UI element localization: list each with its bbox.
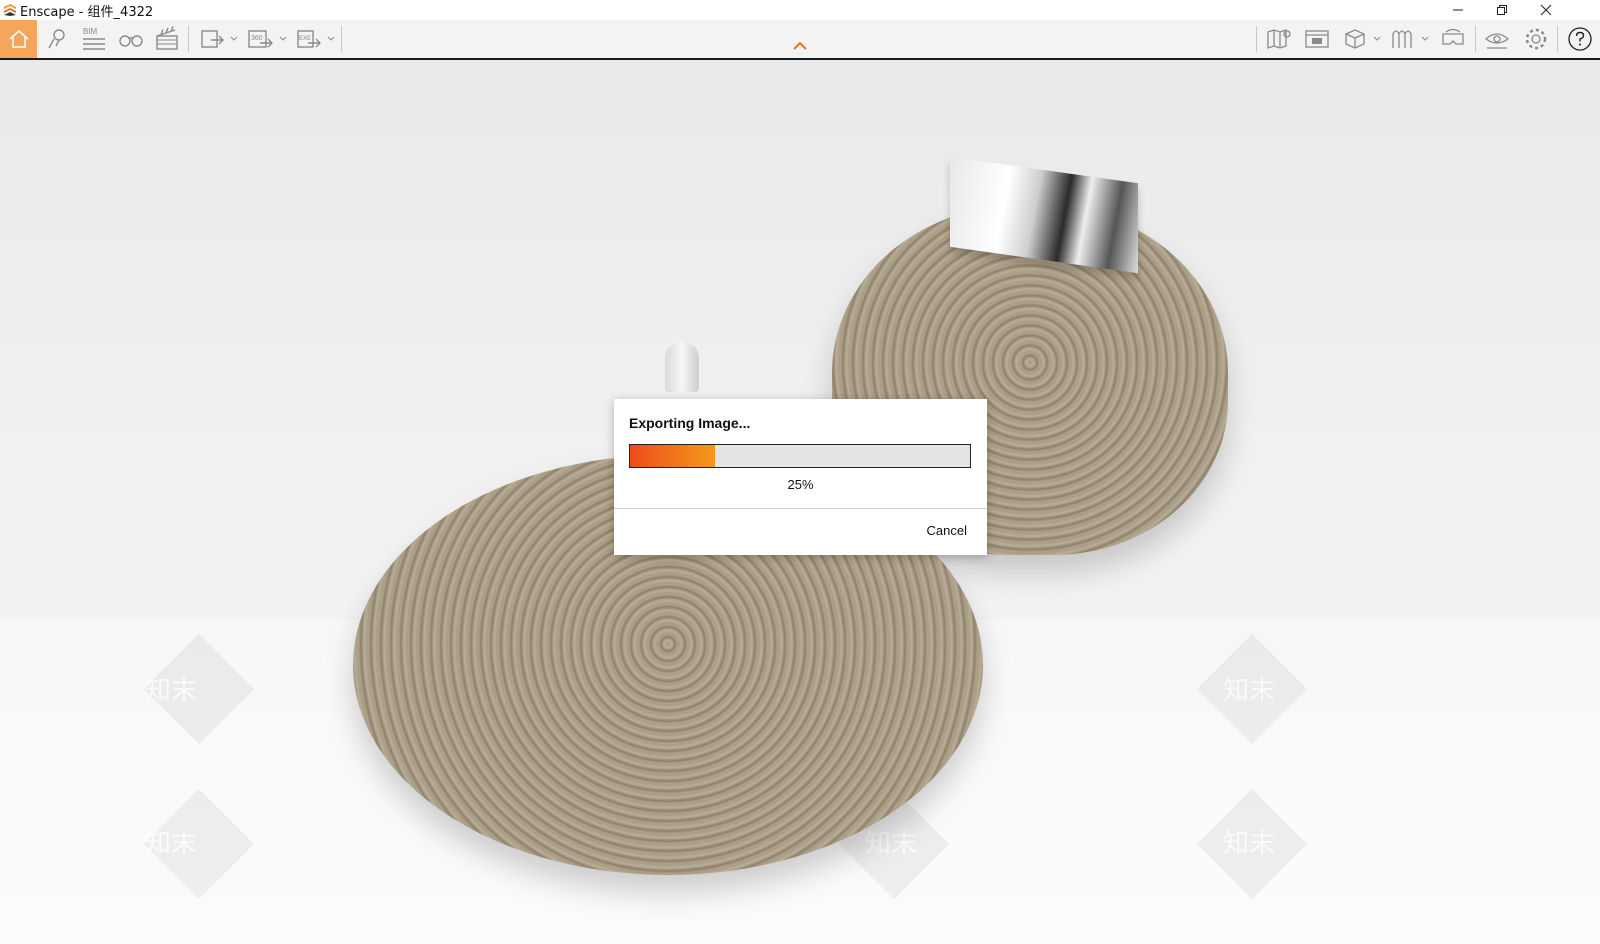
window-title: Enscape - 组件_4322 — [20, 4, 154, 20]
map-icon — [1267, 29, 1291, 49]
exe-label: EXE — [299, 36, 311, 42]
collapse-toolbar-button[interactable] — [788, 38, 812, 54]
watermark-text: 知末 — [145, 829, 198, 859]
bim-icon: BIM — [83, 27, 105, 50]
export-360-icon: 360 — [248, 30, 273, 48]
chevron-down-icon[interactable] — [327, 35, 335, 43]
bim-button[interactable]: BIM — [79, 20, 109, 58]
glass-bottle — [665, 342, 699, 392]
video-editor-button[interactable] — [152, 20, 182, 58]
panorama-button[interactable]: 360 — [245, 20, 275, 58]
chevron-down-icon[interactable] — [1421, 35, 1429, 43]
export-progress-dialog: Exporting Image... 25% Cancel — [614, 399, 987, 555]
binoculars-icon — [119, 35, 143, 47]
watermark-text: 知末 — [865, 829, 918, 859]
cube-view-icon — [1345, 29, 1365, 49]
close-button[interactable] — [1524, 0, 1568, 20]
standalone-export-button[interactable]: EXE — [294, 20, 324, 58]
collapse-chevron-icon — [793, 41, 807, 50]
location-pin-icon — [48, 29, 65, 49]
material-editor-button[interactable] — [1388, 20, 1418, 58]
title-bar: Enscape - 组件_4322 — [0, 0, 1600, 20]
vr-headset-button[interactable] — [1438, 20, 1468, 58]
asset-library-icon — [1305, 30, 1329, 48]
progress-fill — [630, 445, 715, 467]
watermark-text: 知末 — [1223, 676, 1276, 706]
chevron-down-icon[interactable] — [1373, 35, 1381, 43]
map-button[interactable] — [1264, 20, 1294, 58]
help-button[interactable] — [1565, 20, 1595, 58]
asset-library-button[interactable] — [1302, 20, 1332, 58]
restore-button[interactable] — [1480, 0, 1524, 20]
clapperboard-icon — [156, 26, 178, 50]
dialog-divider — [614, 508, 987, 509]
home-icon — [8, 29, 29, 48]
close-icon — [1540, 4, 1552, 16]
material-icon — [1392, 30, 1412, 48]
vr-headset-icon — [1442, 28, 1464, 45]
export-exe-icon: EXE — [297, 30, 321, 48]
visual-settings-button[interactable] — [1482, 20, 1512, 58]
export-image-icon — [201, 30, 224, 48]
chevron-down-icon[interactable] — [230, 35, 238, 43]
chevron-down-icon[interactable] — [279, 35, 287, 43]
settings-button[interactable] — [1521, 20, 1551, 58]
screenshot-button[interactable] — [197, 20, 227, 58]
progress-percent: 25% — [787, 477, 814, 492]
home-button[interactable] — [0, 20, 37, 58]
settings-icon — [1525, 28, 1547, 50]
pano-label: 360 — [251, 35, 263, 42]
restore-icon — [1497, 5, 1507, 15]
view-mode-button[interactable] — [1340, 20, 1370, 58]
help-icon — [1568, 27, 1592, 51]
orthographic-button[interactable] — [116, 20, 146, 58]
visibility-icon — [1484, 33, 1510, 49]
minimize-button[interactable] — [1436, 0, 1480, 20]
main-toolbar: BIM 360 EXE — [0, 20, 1600, 60]
watermark-text: 知末 — [1223, 829, 1276, 859]
progress-bar — [629, 444, 971, 468]
bim-label: BIM — [83, 27, 98, 36]
watermark-text: 知末 — [145, 676, 198, 706]
minimize-icon — [1453, 9, 1463, 11]
enscape-logo-icon — [4, 4, 16, 16]
cancel-button[interactable]: Cancel — [927, 523, 967, 538]
views-button[interactable] — [42, 20, 72, 58]
dialog-title: Exporting Image... — [629, 415, 751, 431]
